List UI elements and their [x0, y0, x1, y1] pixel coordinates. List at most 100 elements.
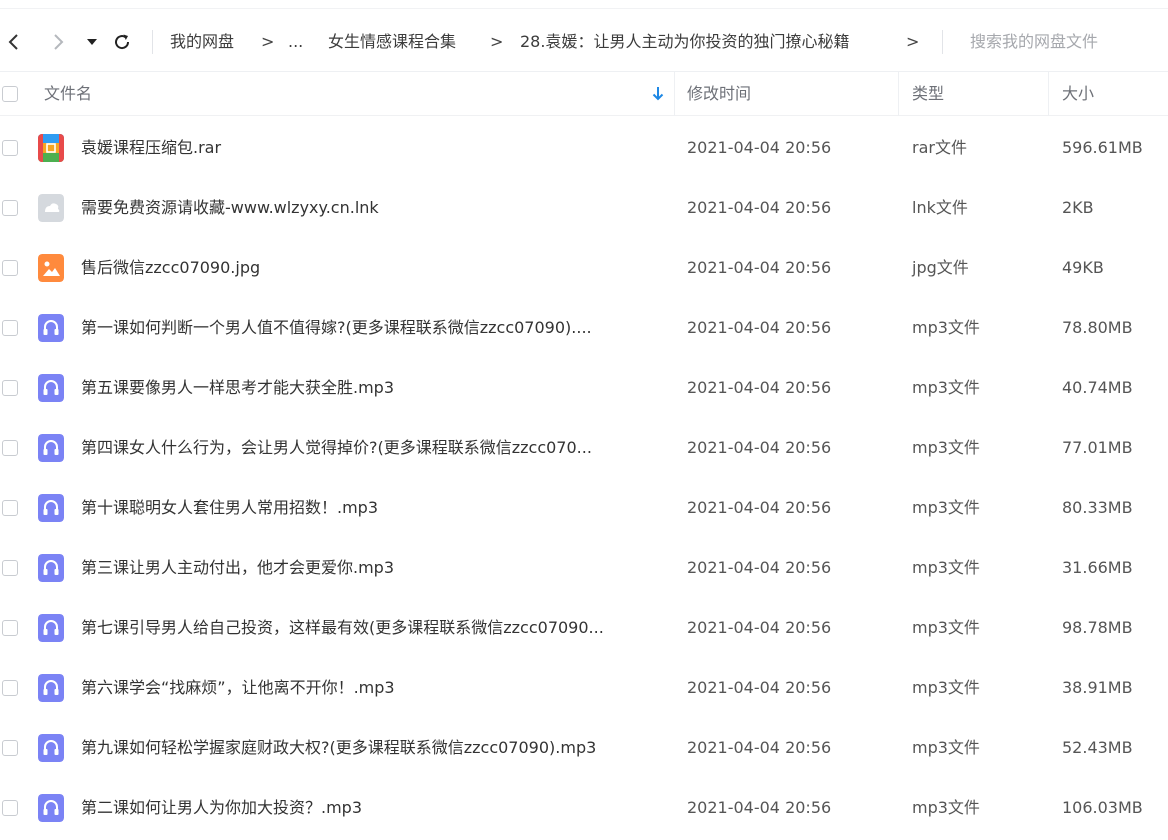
file-name[interactable]: 第十课聪明女人套住男人常用招数！.mp3 [81, 478, 661, 538]
file-type-icon [38, 254, 64, 282]
file-modified-time: 2021-04-04 20:56 [687, 678, 832, 697]
audio-file-icon [38, 794, 64, 822]
row-checkbox[interactable] [2, 740, 18, 756]
file-size: 77.01MB [1062, 438, 1133, 457]
file-name[interactable]: 第五课要像男人一样思考才能大获全胜.mp3 [81, 358, 661, 418]
file-size: 106.03MB [1062, 798, 1143, 817]
file-name[interactable]: 需要免费资源请收藏-www.wlzyxy.cn.lnk [81, 178, 661, 238]
file-row[interactable]: 售后微信zzcc07090.jpg 2021-04-04 20:56 jpg文件 49… [0, 238, 1168, 298]
file-row[interactable]: 袁媛课程压缩包.rar 2021-04-04 20:56 rar文件 596.61MB [0, 118, 1168, 178]
file-type: mp3文件 [912, 498, 980, 517]
file-row[interactable]: 第四课女人什么行为，会让男人觉得掉价?(更多课程联系微信zzcc070... 20… [0, 418, 1168, 478]
sort-button[interactable] [651, 86, 665, 102]
file-name[interactable]: 第九课如何轻松学握家庭财政大权?(更多课程联系微信zzcc07090).mp3 [81, 718, 661, 778]
column-divider [1048, 72, 1049, 116]
file-type: jpg文件 [912, 258, 969, 277]
file-row[interactable]: 第一课如何判断一个男人值不值得嫁?(更多课程联系微信zzcc07090)....… [0, 298, 1168, 358]
file-modified-time: 2021-04-04 20:56 [687, 618, 832, 637]
row-checkbox[interactable] [2, 560, 18, 576]
file-size: 98.78MB [1062, 618, 1133, 637]
file-size: 38.91MB [1062, 678, 1133, 697]
file-type: mp3文件 [912, 558, 980, 577]
row-checkbox[interactable] [2, 260, 18, 276]
refresh-icon [115, 34, 130, 50]
forward-button[interactable] [46, 30, 70, 54]
file-type-icon [38, 314, 64, 342]
history-dropdown[interactable] [80, 30, 104, 54]
file-row[interactable]: 第二课如何让男人为你加大投资？.mp3 2021-04-04 20:56 mp3文件… [0, 778, 1168, 838]
file-type: rar文件 [912, 138, 967, 157]
file-row[interactable]: 第九课如何轻松学握家庭财政大权?(更多课程联系微信zzcc07090).mp3 2… [0, 718, 1168, 778]
file-name[interactable]: 第七课引导男人给自己投资，这样最有效(更多课程联系微信zzcc07090... [81, 598, 661, 658]
link-file-icon [38, 194, 64, 222]
file-size: 80.33MB [1062, 498, 1133, 517]
row-checkbox[interactable] [2, 500, 18, 516]
file-name[interactable]: 第六课学会“找麻烦”，让他离不开你！.mp3 [81, 658, 661, 718]
file-type: mp3文件 [912, 678, 980, 697]
breadcrumb-course-collection[interactable]: 女生情感课程合集 [328, 30, 456, 54]
file-row[interactable]: 第五课要像男人一样思考才能大获全胜.mp3 2021-04-04 20:56 mp3… [0, 358, 1168, 418]
column-header-type[interactable]: 类型 [912, 72, 944, 116]
file-modified-time: 2021-04-04 20:56 [687, 138, 832, 157]
audio-file-icon [38, 434, 64, 462]
row-checkbox[interactable] [2, 320, 18, 336]
file-size: 40.74MB [1062, 378, 1133, 397]
file-name[interactable]: 袁媛课程压缩包.rar [81, 118, 661, 178]
top-divider [0, 8, 1168, 9]
file-size: 52.43MB [1062, 738, 1133, 757]
search-input[interactable] [958, 30, 1168, 54]
rar-file-icon [38, 134, 64, 162]
breadcrumb-ellipsis[interactable]: ... [288, 30, 303, 54]
breadcrumb-separator: > [490, 32, 504, 51]
file-type-icon [38, 494, 64, 522]
file-type: mp3文件 [912, 318, 980, 337]
row-checkbox[interactable] [2, 680, 18, 696]
audio-file-icon [38, 494, 64, 522]
breadcrumb-my-drive[interactable]: 我的网盘 [170, 30, 234, 54]
row-checkbox[interactable] [2, 440, 18, 456]
refresh-button[interactable] [110, 30, 134, 54]
file-type-icon [38, 434, 64, 462]
nav-divider [152, 30, 153, 54]
breadcrumb-separator: > [906, 32, 920, 51]
file-type: mp3文件 [912, 438, 980, 457]
column-header-size[interactable]: 大小 [1062, 72, 1094, 116]
file-modified-time: 2021-04-04 20:56 [687, 498, 832, 517]
file-type-icon [38, 794, 64, 822]
chevron-left-icon [8, 34, 18, 50]
file-type-icon [38, 194, 64, 222]
file-type: mp3文件 [912, 378, 980, 397]
file-name[interactable]: 第一课如何判断一个男人值不值得嫁?(更多课程联系微信zzcc07090).... [81, 298, 661, 358]
file-row[interactable]: 第十课聪明女人套住男人常用招数！.mp3 2021-04-04 20:56 mp3文… [0, 478, 1168, 538]
column-header-modified[interactable]: 修改时间 [687, 72, 751, 116]
file-type: mp3文件 [912, 798, 980, 817]
row-checkbox[interactable] [2, 620, 18, 636]
audio-file-icon [38, 374, 64, 402]
file-row[interactable]: 第三课让男人主动付出，他才会更爱你.mp3 2021-04-04 20:56 mp3… [0, 538, 1168, 598]
file-type-icon [38, 674, 64, 702]
column-header-name[interactable]: 文件名 [44, 72, 92, 116]
file-modified-time: 2021-04-04 20:56 [687, 318, 832, 337]
file-type-icon [38, 554, 64, 582]
image-file-icon [38, 254, 64, 282]
row-checkbox[interactable] [2, 140, 18, 156]
file-type: mp3文件 [912, 738, 980, 757]
file-row[interactable]: 第六课学会“找麻烦”，让他离不开你！.mp3 2021-04-04 20:56 mp… [0, 658, 1168, 718]
row-checkbox[interactable] [2, 200, 18, 216]
breadcrumb-current-folder[interactable]: 28.袁媛：让男人主动为你投资的独门撩心秘籍 [520, 30, 849, 54]
file-size: 2KB [1062, 198, 1094, 217]
file-modified-time: 2021-04-04 20:56 [687, 258, 832, 277]
file-row[interactable]: 需要免费资源请收藏-www.wlzyxy.cn.lnk 2021-04-04 20… [0, 178, 1168, 238]
file-name[interactable]: 第四课女人什么行为，会让男人觉得掉价?(更多课程联系微信zzcc070... [81, 418, 661, 478]
back-button[interactable] [2, 30, 26, 54]
file-name[interactable]: 第二课如何让男人为你加大投资？.mp3 [81, 778, 661, 838]
select-all-checkbox[interactable] [2, 86, 18, 102]
row-checkbox[interactable] [2, 380, 18, 396]
file-name[interactable]: 第三课让男人主动付出，他才会更爱你.mp3 [81, 538, 661, 598]
file-type-icon [38, 374, 64, 402]
file-type-icon [38, 614, 64, 642]
navigation-bar: 我的网盘 > ... 女生情感课程合集 > 28.袁媛：让男人主动为你投资的独门… [0, 0, 1168, 72]
row-checkbox[interactable] [2, 800, 18, 816]
file-name[interactable]: 售后微信zzcc07090.jpg [81, 238, 661, 298]
file-row[interactable]: 第七课引导男人给自己投资，这样最有效(更多课程联系微信zzcc07090... 2… [0, 598, 1168, 658]
